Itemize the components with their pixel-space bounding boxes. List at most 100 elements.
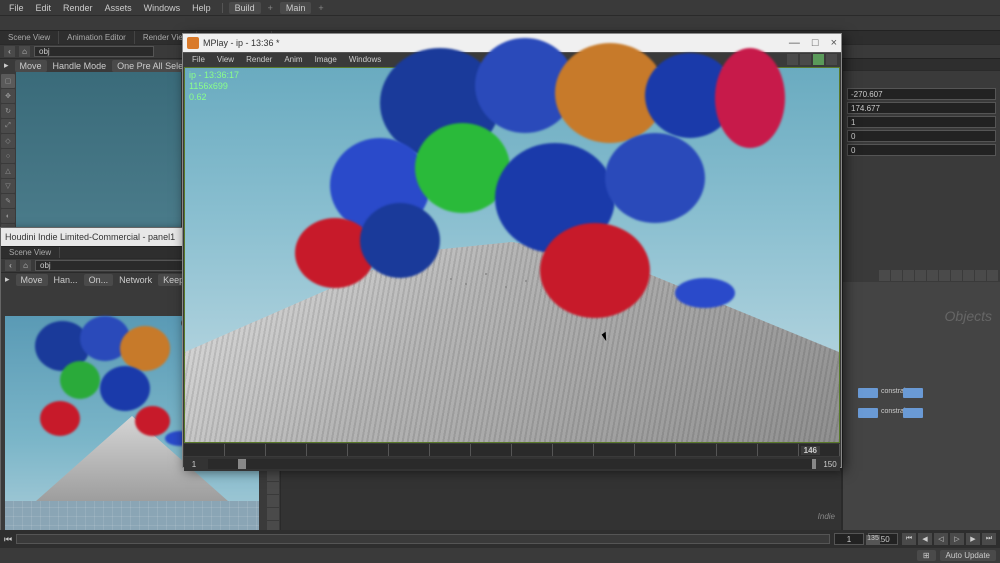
net-tool-icon[interactable] xyxy=(975,270,986,281)
tool-icon[interactable]: ○ xyxy=(1,149,15,163)
first-frame-icon[interactable]: ⏮ xyxy=(4,534,12,545)
mplay-tool-icon[interactable] xyxy=(826,54,837,65)
home-icon[interactable]: ⌂ xyxy=(19,46,30,57)
param-input[interactable] xyxy=(847,102,996,114)
net-tool-icon[interactable] xyxy=(987,270,998,281)
nav-back-icon[interactable]: ‹ xyxy=(5,260,16,271)
frame-start[interactable]: 1 xyxy=(184,460,204,469)
parameters-panel: Objects constraint constraint1 xyxy=(842,58,1000,538)
debris xyxy=(485,273,487,275)
mplay-menu-anim[interactable]: Anim xyxy=(279,55,307,64)
move-tool-icon[interactable]: ✥ xyxy=(1,89,15,103)
net-tool-icon[interactable] xyxy=(903,270,914,281)
main-viewport[interactable] xyxy=(16,72,181,227)
play-prev-icon[interactable]: ◀ xyxy=(918,533,932,545)
tab-animation-editor[interactable]: Animation Editor xyxy=(59,31,135,44)
mplay-window: MPlay - ip - 13:36 * — □ × File View Ren… xyxy=(182,33,842,468)
home-icon[interactable]: ⌂ xyxy=(20,260,31,271)
tool-icon[interactable] xyxy=(267,482,279,494)
add-icon[interactable]: + xyxy=(313,3,328,13)
mplay-menu-windows[interactable]: Windows xyxy=(344,55,386,64)
mplay-tool-icon[interactable] xyxy=(787,54,798,65)
rotate-tool-icon[interactable]: ↻ xyxy=(1,104,15,118)
play-first-icon[interactable]: ⏮ xyxy=(902,533,916,545)
net-tool-icon[interactable] xyxy=(939,270,950,281)
maximize-icon[interactable]: □ xyxy=(812,37,819,49)
menu-help[interactable]: Help xyxy=(187,3,216,13)
arrow-icon[interactable]: ▸ xyxy=(5,274,10,285)
net-tool-icon[interactable] xyxy=(891,270,902,281)
network-editor[interactable]: Objects constraint constraint1 xyxy=(843,268,1000,538)
mode-on[interactable]: On... xyxy=(84,274,114,286)
net-tool-icon[interactable] xyxy=(951,270,962,281)
path-input[interactable] xyxy=(34,46,154,57)
timeline-track[interactable]: 135 xyxy=(16,534,830,544)
minimize-icon[interactable]: — xyxy=(789,37,800,49)
mplay-record-icon[interactable] xyxy=(813,54,824,65)
play-back-icon[interactable]: ◁ xyxy=(934,533,948,545)
brush-tool-icon[interactable]: ✎ xyxy=(1,194,15,208)
network-toolbar xyxy=(843,268,1000,282)
node-constraint1[interactable] xyxy=(903,388,923,398)
node[interactable] xyxy=(903,408,923,418)
mplay-tool-icon[interactable] xyxy=(800,54,811,65)
tool-icon[interactable]: ◐ xyxy=(1,209,15,223)
render-info: ip - 13:36:17 1156x699 0.62 xyxy=(189,70,239,102)
play-forward-icon[interactable]: ▷ xyxy=(950,533,964,545)
param-input[interactable] xyxy=(847,116,996,128)
mplay-timeline[interactable]: 146 xyxy=(184,444,840,456)
scrubber-head[interactable] xyxy=(238,459,246,469)
mplay-menu-render[interactable]: Render xyxy=(241,55,277,64)
scrubber-end[interactable] xyxy=(812,459,816,469)
tool-icon[interactable] xyxy=(267,495,279,507)
play-last-icon[interactable]: ⏭ xyxy=(982,533,996,545)
brain-icon[interactable]: ⊞ xyxy=(917,550,936,561)
add-icon[interactable]: + xyxy=(263,3,278,13)
net-tool-icon[interactable] xyxy=(963,270,974,281)
desktop-build[interactable]: Build xyxy=(229,2,261,14)
main-menubar: File Edit Render Assets Windows Help Bui… xyxy=(0,0,1000,15)
mplay-menu-file[interactable]: File xyxy=(187,55,210,64)
tool-icon[interactable]: △ xyxy=(1,164,15,178)
tool-icon[interactable]: ◇ xyxy=(1,134,15,148)
node-constraint[interactable] xyxy=(858,388,878,398)
move-tool[interactable]: Move xyxy=(16,274,48,286)
render-frame-label: 0.62 xyxy=(189,92,239,103)
scrubber-track[interactable] xyxy=(208,459,816,469)
arrow-icon[interactable]: ▸ xyxy=(4,60,9,71)
nav-back-icon[interactable]: ‹ xyxy=(4,46,15,57)
frame-indicator: 146 xyxy=(801,446,820,455)
auto-update-button[interactable]: Auto Update xyxy=(940,550,996,561)
mplay-menu-view[interactable]: View xyxy=(212,55,239,64)
desktop-main[interactable]: Main xyxy=(280,2,312,14)
render-volcano xyxy=(185,242,839,442)
frame-marker[interactable]: 135 xyxy=(866,535,880,545)
net-tool-icon[interactable] xyxy=(879,270,890,281)
menu-windows[interactable]: Windows xyxy=(139,3,186,13)
move-tool[interactable]: Move xyxy=(15,60,47,72)
menu-edit[interactable]: Edit xyxy=(31,3,57,13)
net-tool-icon[interactable] xyxy=(915,270,926,281)
menu-file[interactable]: File xyxy=(4,3,29,13)
menu-render[interactable]: Render xyxy=(58,3,98,13)
close-icon[interactable]: × xyxy=(831,37,837,49)
param-input[interactable] xyxy=(847,144,996,156)
tab-scene-view[interactable]: Scene View xyxy=(0,31,59,44)
play-next-icon[interactable]: ▶ xyxy=(966,533,980,545)
frame-end[interactable]: 150 xyxy=(820,460,840,469)
mplay-scrubber: 1 150 xyxy=(184,457,840,471)
param-input[interactable] xyxy=(847,88,996,100)
param-path xyxy=(843,70,1000,84)
tool-icon[interactable]: ▽ xyxy=(1,179,15,193)
tool-icon[interactable] xyxy=(267,508,279,520)
net-tool-icon[interactable] xyxy=(927,270,938,281)
param-input[interactable] xyxy=(847,130,996,142)
node[interactable] xyxy=(858,408,878,418)
select-tool-icon[interactable]: ▢ xyxy=(1,74,15,88)
menu-assets[interactable]: Assets xyxy=(100,3,137,13)
mplay-viewport[interactable]: ip - 13:36:17 1156x699 0.62 xyxy=(184,67,840,443)
scale-tool-icon[interactable]: ⤢ xyxy=(1,119,15,133)
tab-scene-view[interactable]: Scene View xyxy=(1,247,60,258)
mplay-menu-image[interactable]: Image xyxy=(310,55,342,64)
frame-start-input[interactable]: 1 xyxy=(834,533,864,545)
